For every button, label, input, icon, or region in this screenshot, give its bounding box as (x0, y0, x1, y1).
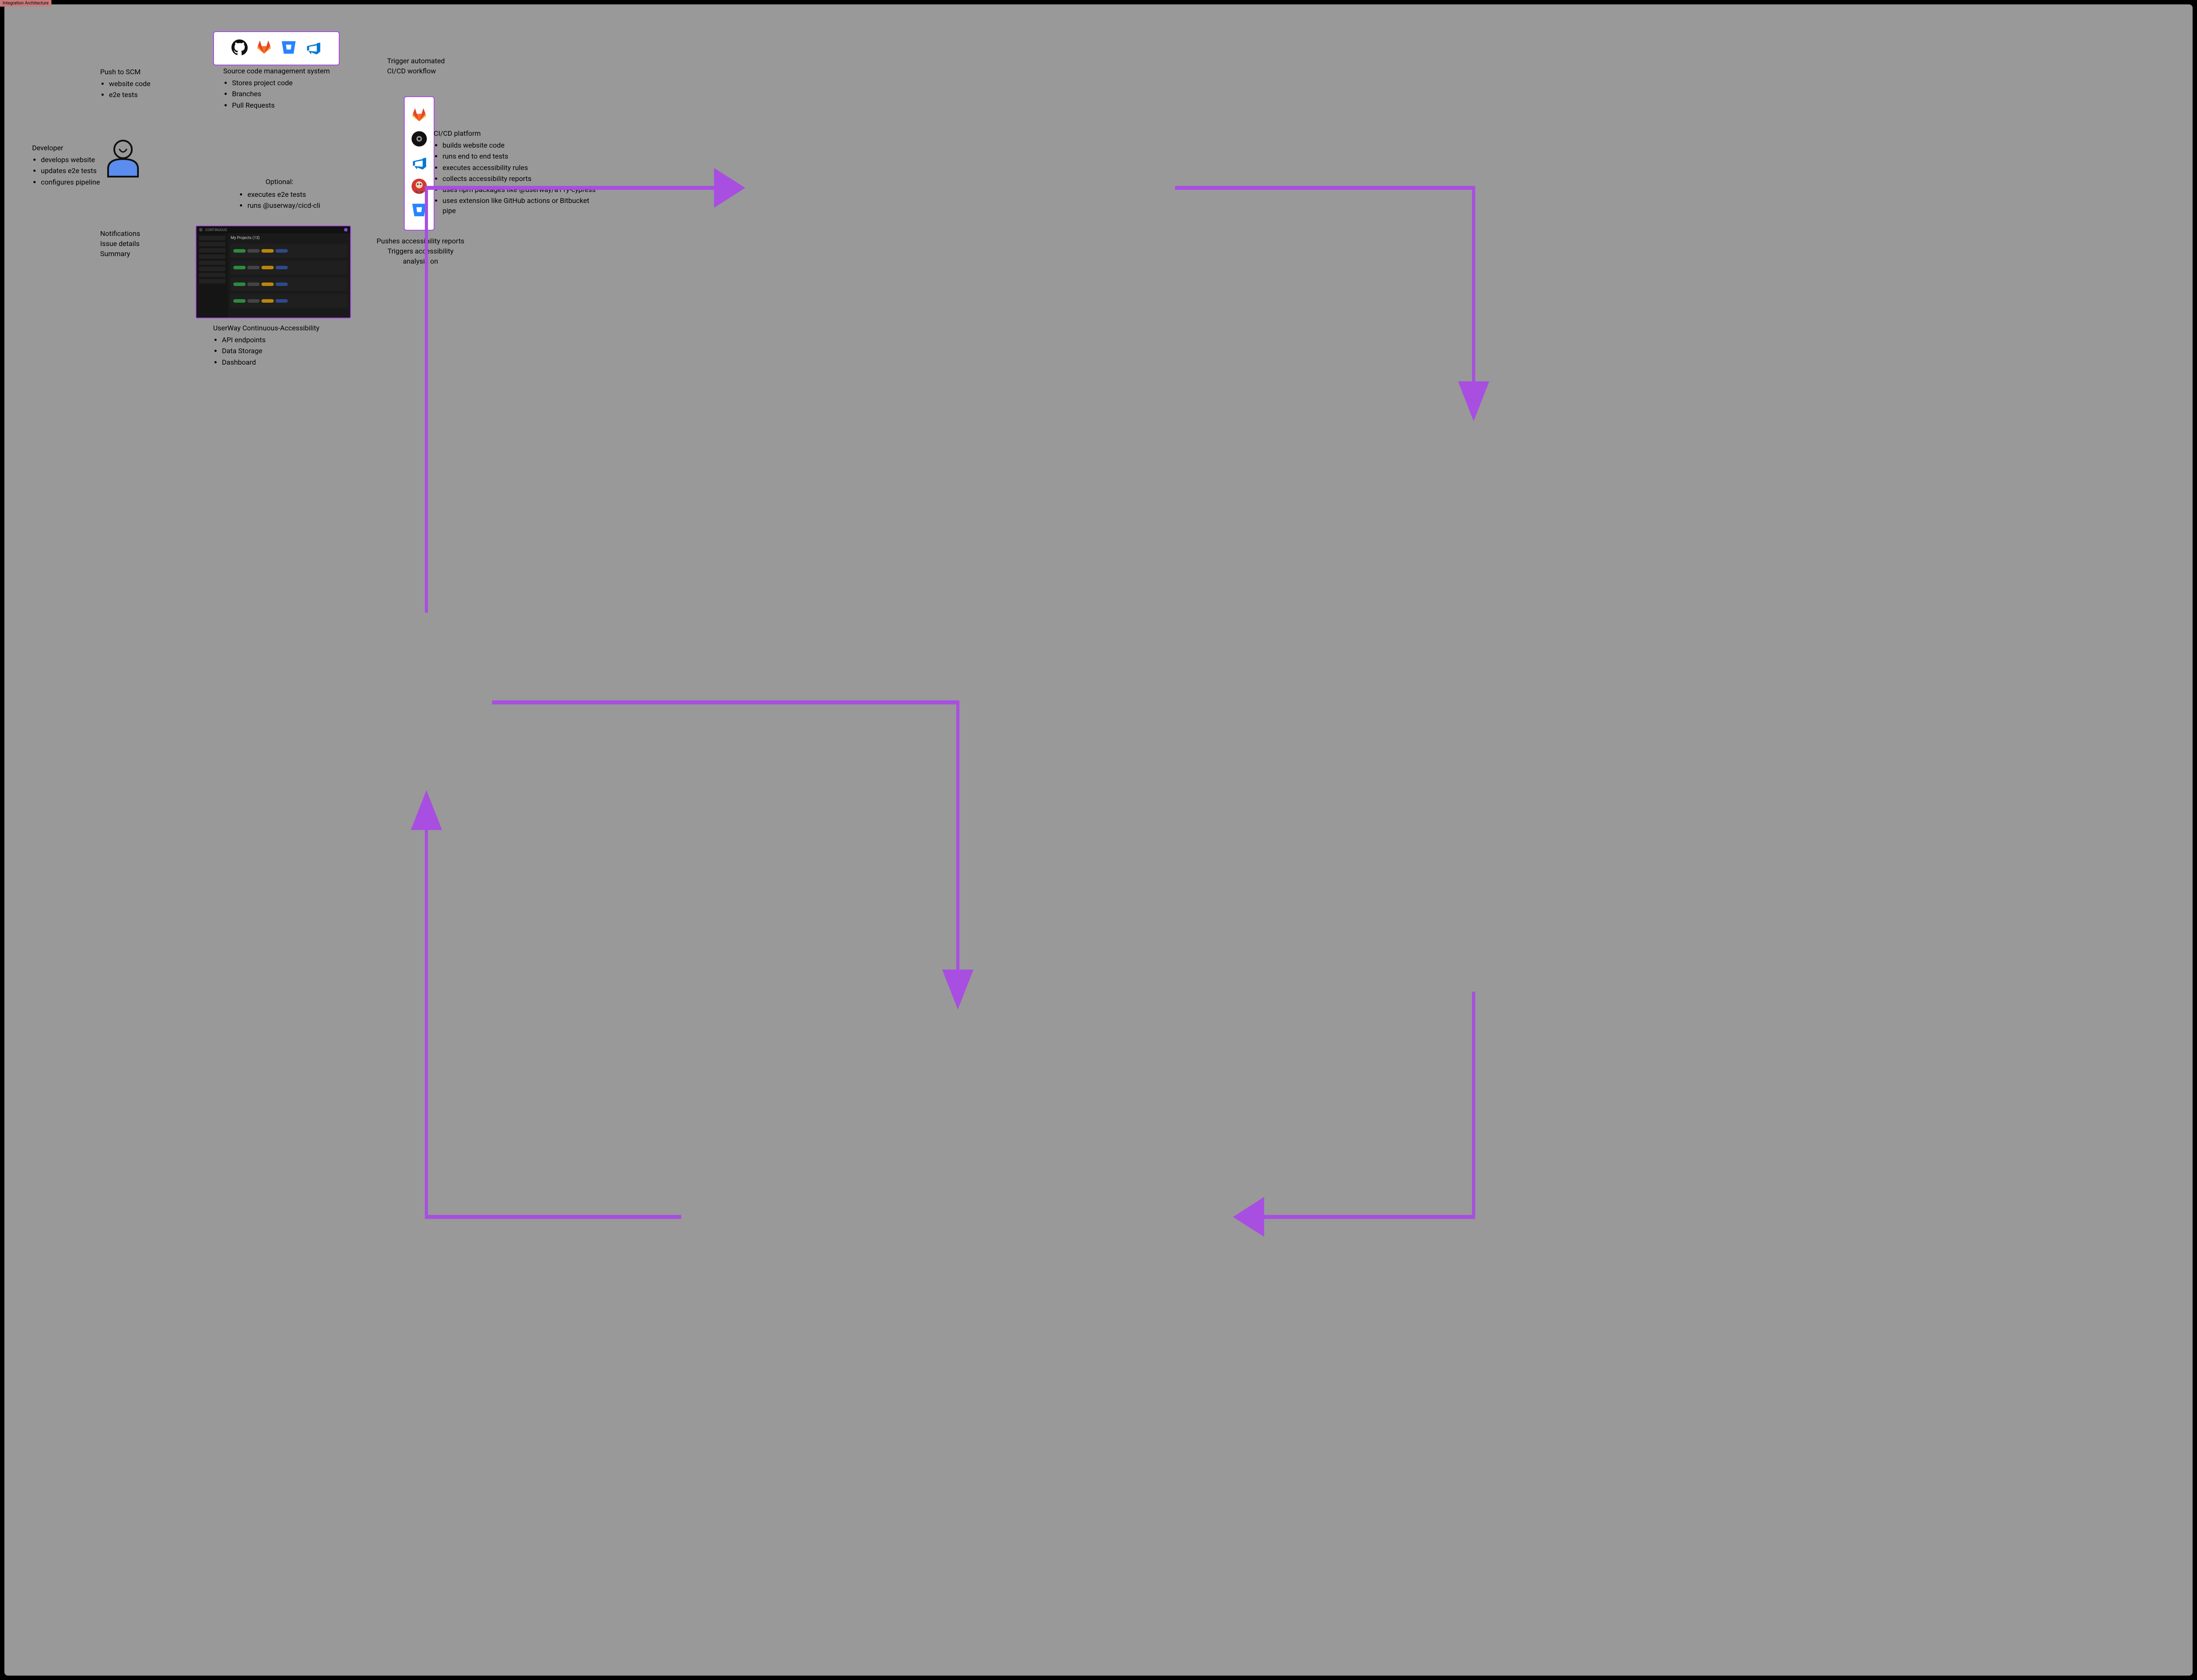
jenkins-icon (411, 178, 428, 196)
outer-frame: Integration Architecture (0, 0, 2197, 1680)
scm-title: Source code management system (223, 66, 330, 76)
optional-title: Optional: (231, 177, 328, 187)
developer-icon (105, 139, 141, 179)
pushes-label: Pushes accessibility reports Triggers ac… (374, 236, 467, 267)
gitlab-icon (411, 107, 428, 125)
trigger-label: Trigger automated CI/CD workflow (387, 56, 445, 76)
userway-label: UserWay Continuous-Accessibility API end… (213, 323, 319, 368)
notifications-label: Notifications Issue details Summary (100, 228, 140, 259)
cicd-title: CI/CD platform (434, 128, 601, 138)
cicd-box (404, 96, 435, 231)
diagram-canvas: CONTINUOUS My Projects (13) Developer de… (4, 4, 2193, 1676)
bitbucket-icon (280, 39, 297, 58)
push-scm-title: Push to SCM (100, 67, 150, 77)
cicd-label: CI/CD platform builds website code runs … (434, 128, 601, 217)
circleci-icon (411, 130, 428, 149)
scm-label: Source code management system Stores pro… (223, 66, 330, 111)
userway-dashboard-thumbnail: CONTINUOUS My Projects (13) (196, 225, 351, 319)
scm-box (213, 31, 340, 65)
push-scm-label: Push to SCM website code e2e tests (100, 67, 150, 101)
header-tab: Integration Architecture (0, 0, 51, 7)
github-icon (231, 39, 248, 58)
userway-title: UserWay Continuous-Accessibility (213, 323, 319, 333)
dashboard-title: My Projects (13) (231, 236, 348, 240)
gitlab-icon (256, 39, 272, 58)
developer-label: Developer develops website updates e2e t… (32, 143, 100, 188)
azure-devops-icon (305, 39, 322, 58)
optional-label: Optional: executes e2e tests runs @userw… (231, 177, 328, 212)
bitbucket-icon (411, 202, 428, 220)
developer-title: Developer (32, 143, 100, 153)
azure-pipelines-icon (411, 154, 428, 173)
